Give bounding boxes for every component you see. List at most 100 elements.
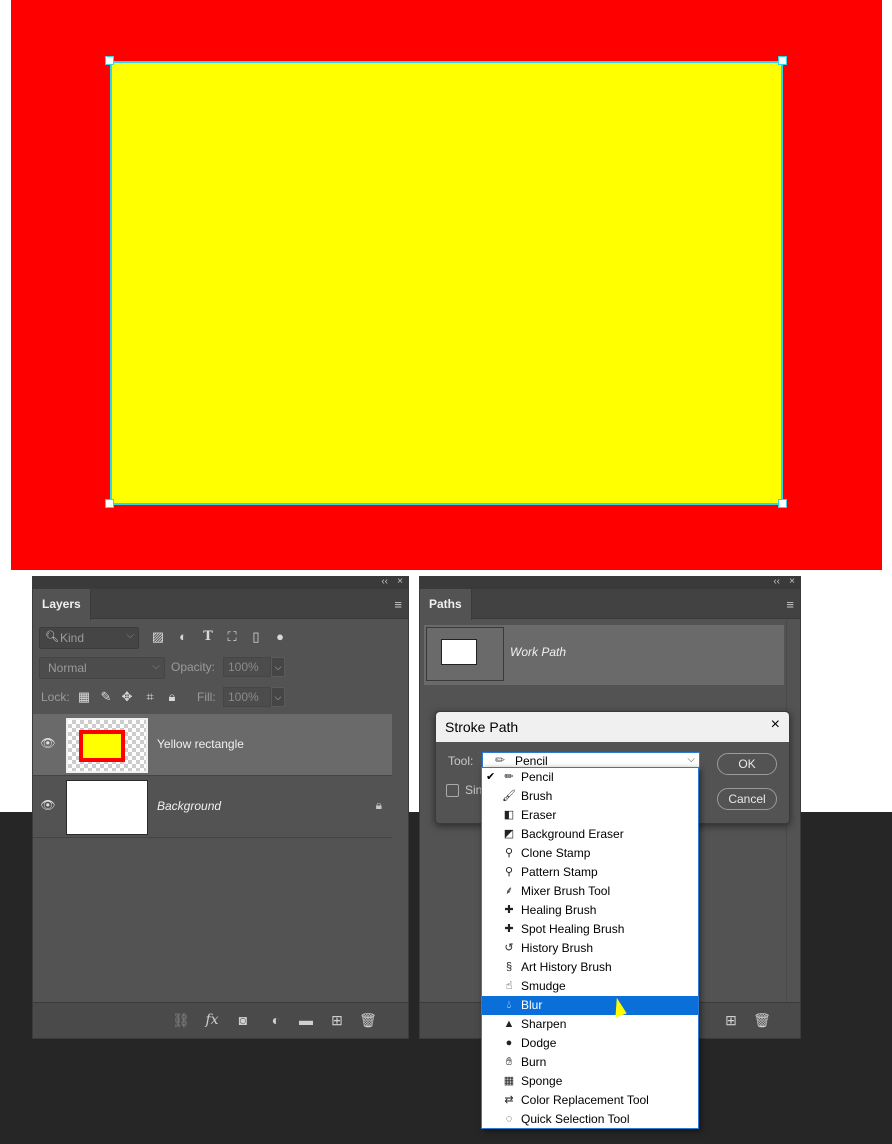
add-mask-icon[interactable]: ◙ xyxy=(234,1011,252,1029)
background-eraser-icon: ◩ xyxy=(503,828,515,840)
dropdown-item[interactable]: ◌ Quick Selection Tool xyxy=(482,1110,698,1129)
anchor-point-top-right[interactable] xyxy=(778,56,787,65)
pencil-icon: ✏︎ xyxy=(504,771,514,783)
dropdown-item[interactable]: ↺ History Brush xyxy=(482,939,698,958)
new-path-icon[interactable]: ⊞ xyxy=(722,1011,740,1029)
dropdown-item[interactable]: 💧︎ Blur xyxy=(482,996,698,1015)
layers-list: 👁︎ Yellow rectangle 👁︎ Background 🔒︎ xyxy=(33,714,392,838)
delete-icon[interactable]: 🗑︎ xyxy=(753,1011,771,1029)
eraser-icon: ◧ xyxy=(503,809,515,821)
path-thumbnail-shape xyxy=(441,639,477,665)
yellow-rectangle-shape[interactable] xyxy=(110,61,783,505)
dropdown-item[interactable]: ✔ ✏︎ Pencil xyxy=(482,768,698,787)
dropdown-item[interactable]: § Art History Brush xyxy=(482,958,698,977)
opacity-label: Opacity: xyxy=(171,660,216,674)
new-layer-icon[interactable]: ⊞ xyxy=(328,1011,346,1029)
close-icon[interactable]: × xyxy=(789,575,795,589)
anchor-point-top-left[interactable] xyxy=(105,56,114,65)
dropdown-item[interactable]: ⇄ Color Replacement Tool xyxy=(482,1091,698,1110)
lock-pixels-icon[interactable]: ✎ xyxy=(98,687,114,707)
tab-paths[interactable]: Paths xyxy=(420,589,472,620)
dropdown-item[interactable]: ▦ Sponge xyxy=(482,1072,698,1091)
dropdown-item[interactable]: ◧ Eraser xyxy=(482,806,698,825)
dropdown-item[interactable]: ✋︎ Burn xyxy=(482,1053,698,1072)
panel-menu-icon[interactable]: ≡ xyxy=(394,597,402,612)
shape-filter-icon[interactable]: ⛶ xyxy=(223,627,241,647)
dropdown-item-label: Eraser xyxy=(521,808,557,822)
collapse-icon[interactable]: ‹‹ xyxy=(381,575,388,589)
simulate-pressure-label: Sin xyxy=(465,783,483,797)
anchor-point-bottom-right[interactable] xyxy=(778,499,787,508)
panel-topbar: ‹‹ × xyxy=(420,575,800,589)
layer-row-background[interactable]: 👁︎ Background 🔒︎ xyxy=(33,776,392,838)
layer-row-yellow-rectangle[interactable]: 👁︎ Yellow rectangle xyxy=(33,714,392,776)
collapse-icon[interactable]: ‹‹ xyxy=(773,575,780,589)
blend-mode-value: Normal xyxy=(48,661,87,675)
dropdown-item-label: Mixer Brush Tool xyxy=(521,884,611,898)
fill-label: Fill: xyxy=(197,690,216,704)
ok-button[interactable]: OK xyxy=(717,753,777,775)
lock-all-icon[interactable]: 🔒︎ xyxy=(164,687,180,707)
layer-name[interactable]: Yellow rectangle xyxy=(157,737,244,751)
pattern-stamp-icon: ⚲ xyxy=(504,866,514,878)
lock-position-icon[interactable]: ✥ xyxy=(119,687,135,707)
visibility-eye-icon[interactable]: 👁︎ xyxy=(40,736,56,752)
dropdown-item[interactable]: ⚲ Clone Stamp xyxy=(482,844,698,863)
new-group-icon[interactable]: ▬ xyxy=(297,1011,315,1029)
opacity-field[interactable]: 100% xyxy=(223,657,271,677)
filter-kind-select[interactable]: 🔍︎ Kind ⌵ xyxy=(39,627,139,649)
visibility-eye-icon[interactable]: 👁︎ xyxy=(40,798,56,814)
chevron-down-icon: ⌵ xyxy=(152,661,160,672)
thumbnail-shape xyxy=(79,730,125,762)
layers-footer: ⛓ fx ◙ ◐ ▬ ⊞ 🗑︎ xyxy=(33,1002,408,1038)
dropdown-item-label: History Brush xyxy=(521,941,594,955)
dropdown-item[interactable]: ● Dodge xyxy=(482,1034,698,1053)
fill-dropdown-icon[interactable]: ⌵ xyxy=(271,687,285,707)
dropdown-item[interactable]: ⸙ Mixer Brush Tool xyxy=(482,882,698,901)
smart-object-filter-icon[interactable]: ▯ xyxy=(247,627,265,647)
fill-field[interactable]: 100% xyxy=(223,687,271,707)
dropdown-item[interactable]: 🖌︎ Brush xyxy=(482,787,698,806)
simulate-pressure-checkbox[interactable] xyxy=(446,784,459,797)
fx-icon[interactable]: fx xyxy=(203,1011,221,1029)
path-thumbnail xyxy=(426,627,504,681)
dropdown-item-label: Color Replacement Tool xyxy=(521,1093,649,1107)
dropdown-item[interactable]: ◩ Background Eraser xyxy=(482,825,698,844)
path-row-work-path[interactable]: Work Path xyxy=(424,625,784,685)
anchor-point-bottom-left[interactable] xyxy=(105,499,114,508)
layer-name[interactable]: Background xyxy=(157,799,221,813)
opacity-dropdown-icon[interactable]: ⌵ xyxy=(271,657,285,677)
dropdown-item[interactable]: ✚ Healing Brush xyxy=(482,901,698,920)
close-icon[interactable]: × xyxy=(397,575,403,589)
cancel-button[interactable]: Cancel xyxy=(717,788,777,810)
delete-icon[interactable]: 🗑︎ xyxy=(359,1011,377,1029)
adjustment-layer-icon[interactable]: ◐ xyxy=(267,1011,285,1029)
panel-topbar: ‹‹ × xyxy=(33,575,408,589)
dropdown-item[interactable]: ✚ Spot Healing Brush xyxy=(482,920,698,939)
dropdown-item-label: Brush xyxy=(521,789,553,803)
dropdown-item[interactable]: ☝︎ Smudge xyxy=(482,977,698,996)
panel-menu-icon[interactable]: ≡ xyxy=(786,597,794,612)
quick-selection-icon: ◌ xyxy=(505,1113,513,1125)
close-icon[interactable]: × xyxy=(771,716,780,734)
lock-transparency-icon[interactable]: ▦ xyxy=(76,687,92,707)
clone-stamp-icon: ⚲ xyxy=(504,847,514,859)
adjustment-filter-icon[interactable]: ◐ xyxy=(174,627,192,647)
tab-layers[interactable]: Layers xyxy=(33,589,91,620)
layers-scrollbar[interactable] xyxy=(392,714,408,1002)
document-canvas[interactable] xyxy=(11,0,882,570)
image-filter-icon[interactable]: ▨ xyxy=(149,627,167,647)
chevron-down-icon: ⌵ xyxy=(126,630,134,641)
dropdown-item-label: Spot Healing Brush xyxy=(521,922,625,936)
path-name[interactable]: Work Path xyxy=(510,645,566,659)
blend-mode-select[interactable]: Normal ⌵ xyxy=(39,657,165,679)
dropdown-item[interactable]: ⚲ Pattern Stamp xyxy=(482,863,698,882)
checkmark-icon: ✔ xyxy=(486,771,496,783)
dropdown-item[interactable]: ▲ Sharpen xyxy=(482,1015,698,1034)
link-layers-icon[interactable]: ⛓ xyxy=(172,1011,190,1029)
filter-toggle-icon[interactable]: ● xyxy=(271,627,289,647)
paths-tabbar: Paths ≡ xyxy=(420,589,800,620)
dropdown-item-label: Pencil xyxy=(521,770,554,784)
type-filter-icon[interactable]: T xyxy=(199,627,217,647)
lock-artboard-icon[interactable]: ⌗ xyxy=(142,687,158,707)
